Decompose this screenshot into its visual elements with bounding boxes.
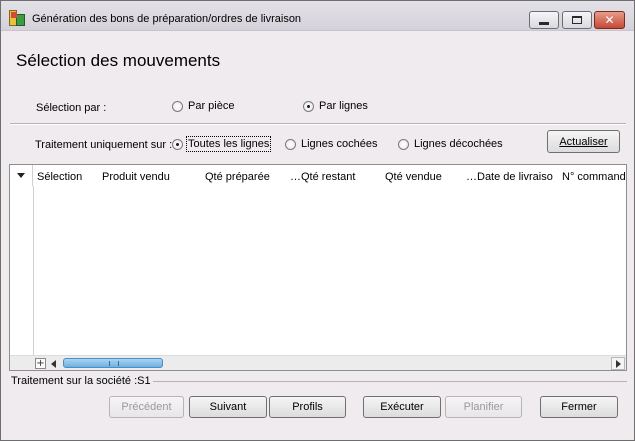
- scroll-right-button[interactable]: [611, 357, 625, 370]
- selection-by-label: Sélection par :: [36, 102, 107, 114]
- row-selector-gutter: [33, 186, 34, 358]
- close-icon: ✕: [604, 13, 615, 27]
- radio-label: Lignes décochées: [414, 138, 503, 150]
- refresh-button-label: Actualiser: [559, 135, 608, 148]
- profiles-button[interactable]: Profils: [269, 396, 346, 418]
- execute-button[interactable]: Exécuter: [363, 396, 441, 418]
- dropdown-arrow-icon: [17, 173, 25, 178]
- app-icon: [9, 10, 25, 26]
- scrollbar-thumb[interactable]: [63, 358, 163, 368]
- radio-lignes-cochees[interactable]: Lignes cochées: [285, 138, 377, 150]
- radio-par-lignes[interactable]: Par lignes: [303, 100, 368, 112]
- refresh-button[interactable]: Actualiser: [547, 130, 620, 153]
- radio-label: Par lignes: [319, 100, 368, 112]
- radio-toutes-les-lignes[interactable]: Toutes les lignes: [172, 136, 272, 152]
- column-chooser-button[interactable]: [10, 165, 33, 186]
- add-row-button[interactable]: +: [35, 358, 46, 369]
- treatment-label: Traitement uniquement sur :: [35, 139, 173, 151]
- minimize-button[interactable]: [529, 11, 559, 29]
- radio-circle: [172, 100, 183, 112]
- maximize-button[interactable]: [562, 11, 592, 29]
- separator: [153, 381, 627, 382]
- movements-grid[interactable]: Sélection Produit vendu Qté préparée …Qt…: [9, 164, 627, 371]
- grip-icon: [109, 361, 119, 366]
- column-header-num-commande[interactable]: N° commande: [562, 171, 626, 183]
- window-title: Génération des bons de préparation/ordre…: [32, 13, 302, 25]
- separator: [10, 123, 626, 125]
- radio-lignes-decochees[interactable]: Lignes décochées: [398, 138, 503, 150]
- radio-circle-checked: [172, 138, 183, 150]
- title-bar[interactable]: Génération des bons de préparation/ordre…: [1, 1, 634, 31]
- column-header-qte-vendue[interactable]: Qté vendue: [385, 171, 455, 183]
- column-header-produit-vendu[interactable]: Produit vendu: [102, 171, 194, 183]
- radio-circle: [398, 138, 409, 150]
- column-header-selection[interactable]: Sélection: [37, 171, 99, 183]
- close-window-button[interactable]: ✕: [594, 11, 625, 29]
- scroll-right-arrow-icon: [616, 360, 621, 368]
- next-button[interactable]: Suivant: [189, 396, 267, 418]
- radio-par-piece[interactable]: Par pièce: [172, 100, 234, 112]
- maximize-icon: [572, 16, 582, 24]
- column-header-date-livraison[interactable]: …Date de livraiso: [466, 171, 558, 183]
- company-label: Traitement sur la société :S1: [11, 375, 151, 387]
- minimize-icon: [539, 21, 549, 25]
- radio-label: Lignes cochées: [301, 138, 378, 150]
- radio-label: Par pièce: [188, 100, 235, 112]
- column-header-qte-restant[interactable]: …Qté restant: [290, 171, 370, 183]
- previous-button[interactable]: Précédent: [109, 396, 184, 418]
- dialog-body: Sélection des mouvements Sélection par :…: [1, 32, 634, 440]
- radio-circle: [285, 138, 296, 150]
- grid-header: Sélection Produit vendu Qté préparée …Qt…: [10, 165, 626, 186]
- page-title: Sélection des mouvements: [16, 51, 221, 70]
- main-window: Génération des bons de préparation/ordre…: [0, 0, 635, 441]
- schedule-button[interactable]: Planifier: [445, 396, 522, 418]
- scroll-left-arrow-icon[interactable]: [51, 360, 56, 368]
- horizontal-scrollbar[interactable]: +: [10, 355, 626, 370]
- radio-label: Toutes les lignes: [185, 136, 272, 152]
- column-header-qte-preparee[interactable]: Qté préparée: [205, 171, 277, 183]
- close-button[interactable]: Fermer: [540, 396, 618, 418]
- radio-circle-checked: [303, 100, 314, 112]
